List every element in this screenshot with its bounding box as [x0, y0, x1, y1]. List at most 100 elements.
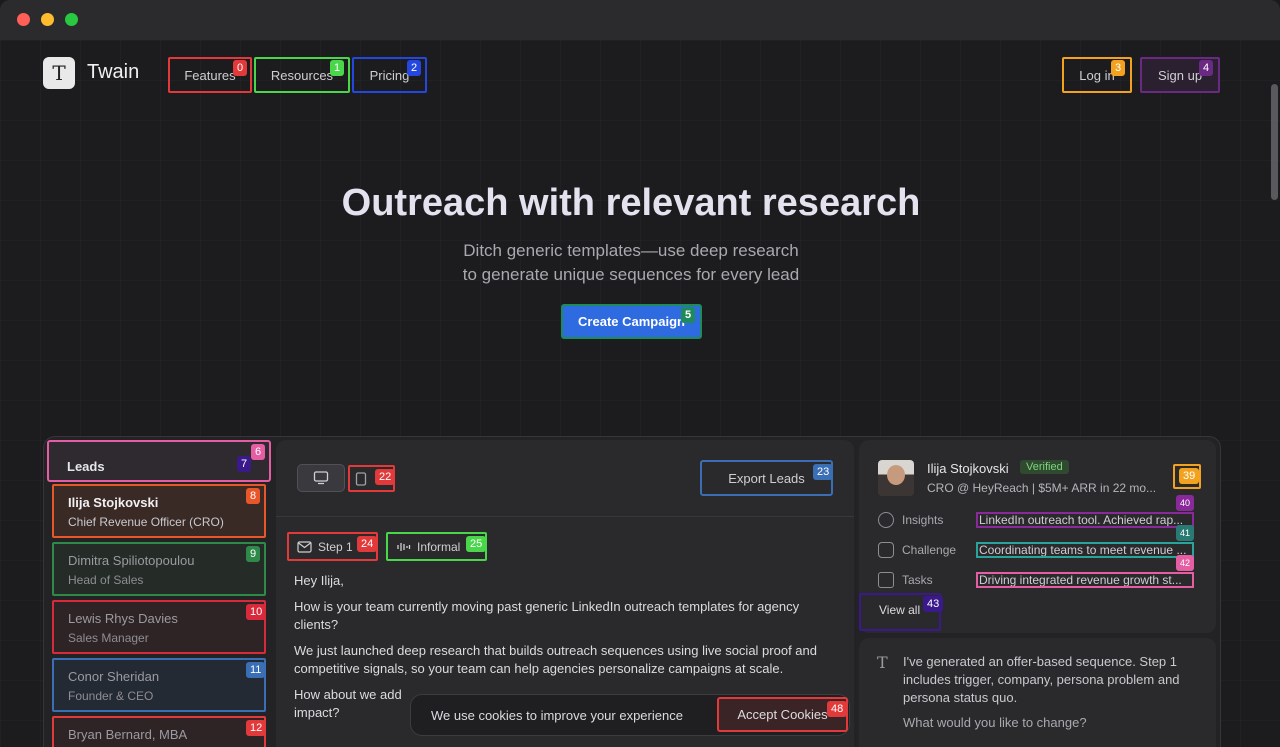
element-tag: 23 [813, 464, 834, 480]
lead-role: Sales Manager [68, 631, 149, 645]
view-all-button[interactable]: View all 43 [859, 593, 944, 631]
nav-pricing-label: Pricing [369, 67, 410, 83]
profile-name: Ilija Stojkovski [927, 461, 1009, 476]
challenge-label: Challenge [902, 543, 957, 557]
lead-role: Chief Revenue Officer (CRO) [68, 515, 224, 529]
lead-name: Lewis Rhys Davies [68, 611, 178, 626]
verified-badge: Verified [1020, 460, 1069, 474]
element-tag: 43 [923, 596, 944, 612]
hero-subtitle-line: Ditch generic templates—use deep researc… [463, 241, 799, 260]
accept-cookies-button[interactable]: Accept Cookies 48 [717, 697, 848, 732]
lead-name: Ilija Stojkovski [68, 495, 159, 510]
monitor-icon [313, 471, 329, 485]
challenge-text: Coordinating teams to meet revenue ... [979, 543, 1187, 557]
brand-name[interactable]: Twain [87, 61, 139, 84]
login-button[interactable]: Log in 3 [1062, 57, 1132, 93]
step-selector[interactable]: Step 1 24 [287, 532, 378, 561]
element-tag: 5 [681, 307, 696, 323]
hero-title: Outreach with relevant research [341, 182, 921, 224]
lead-name: Conor Sheridan [68, 669, 160, 684]
hero-subtitle: Ditch generic templates—use deep researc… [0, 239, 1262, 287]
element-tag: 9 [246, 546, 261, 562]
assistant-message: I've generated an offer-based sequence. … [903, 654, 1180, 705]
clipboard-icon [878, 572, 894, 588]
tasks-label: Tasks [902, 573, 933, 587]
element-tag: 48 [827, 701, 848, 717]
element-tag: 3 [1111, 60, 1126, 76]
expand-profile-button[interactable]: 39 [1173, 464, 1201, 489]
logo-icon[interactable]: T [43, 57, 75, 89]
element-tag: 10 [246, 604, 267, 620]
assistant-icon: T [877, 653, 888, 672]
element-tag: 25 [466, 536, 487, 552]
insights-label: Insights [902, 513, 944, 527]
view-all-label: View all [879, 603, 921, 617]
accept-cookies-label: Accept Cookies [737, 707, 828, 722]
export-leads-label: Export Leads [728, 470, 805, 486]
leads-title: Leads [67, 459, 105, 474]
element-tag: 12 [246, 720, 267, 736]
phone-icon [355, 471, 366, 486]
element-tag: 4 [1199, 60, 1214, 76]
tasks-text: Driving integrated revenue growth st... [979, 573, 1182, 587]
element-tag: 6 [251, 444, 266, 460]
nav-pricing-link[interactable]: Pricing 2 [352, 57, 427, 93]
lead-item[interactable]: Bryan Bernard, MBA 12 [52, 716, 267, 747]
nav-resources-link[interactable]: Resources 1 [254, 57, 350, 93]
element-tag: 39 [1179, 468, 1200, 484]
hero-subtitle-line: to generate unique sequences for every l… [462, 265, 800, 284]
signup-button[interactable]: Sign up 4 [1140, 57, 1220, 93]
element-tag: 42 [1176, 555, 1195, 571]
export-leads-button[interactable]: Export Leads 23 [700, 460, 834, 496]
element-tag: 40 [1176, 495, 1195, 511]
nav-features-label: Features [184, 67, 236, 83]
maximize-window-button[interactable] [65, 13, 78, 26]
element-tag: 0 [233, 60, 248, 76]
avatar [878, 460, 914, 496]
challenge-value[interactable]: Coordinating teams to meet revenue ... [976, 542, 1194, 558]
profile-subtitle: CRO @ HeyReach | $5M+ ARR in 22 mo... [927, 481, 1157, 495]
lead-item[interactable]: Ilija Stojkovski Chief Revenue Officer (… [52, 484, 266, 538]
lead-item[interactable]: Dimitra Spiliotopoulou Head of Sales 9 [52, 542, 266, 596]
mobile-view-toggle[interactable]: 22 [348, 465, 396, 492]
signup-label: Sign up [1157, 67, 1203, 83]
cookie-text: We use cookies to improve your experienc… [431, 708, 683, 723]
scrollbar[interactable] [1271, 84, 1278, 200]
lead-item[interactable]: Lewis Rhys Davies Sales Manager 10 [52, 600, 267, 654]
puzzle-icon [878, 542, 894, 558]
divider [276, 516, 854, 517]
audio-wave-icon [397, 542, 411, 551]
step-label: Step 1 [318, 539, 353, 554]
assistant-question: What would you like to change? [903, 715, 1087, 730]
element-tag: 22 [375, 469, 396, 485]
create-campaign-label: Create Campaign [578, 314, 685, 329]
close-window-button[interactable] [17, 13, 30, 26]
leads-header[interactable]: Leads 6 7 [47, 440, 271, 482]
element-tag: 24 [357, 536, 378, 552]
login-label: Log in [1079, 67, 1115, 83]
lead-role: Founder & CEO [68, 689, 154, 703]
email-paragraph: We just launched deep research that buil… [294, 643, 817, 676]
desktop-view-toggle[interactable] [297, 464, 345, 492]
email-paragraph: How is your team currently moving past g… [294, 599, 800, 632]
insights-value[interactable]: LinkedIn outreach tool. Achieved rap... [976, 512, 1194, 528]
lead-item[interactable]: Conor Sheridan Founder & CEO 11 [52, 658, 266, 712]
element-tag: 2 [407, 60, 422, 76]
element-tag: 41 [1176, 525, 1195, 541]
window-titlebar [0, 0, 1280, 40]
nav-resources-label: Resources [270, 67, 334, 83]
element-tag: 1 [330, 60, 345, 76]
create-campaign-button[interactable]: Create Campaign 5 [561, 304, 702, 339]
nav-features-link[interactable]: Features 0 [168, 57, 252, 93]
minimize-window-button[interactable] [41, 13, 54, 26]
page: T Twain Features 0 Resources 1 Pricing 2… [0, 40, 1280, 747]
tone-label: Informal [417, 539, 461, 554]
tone-selector[interactable]: Informal 25 [386, 532, 487, 561]
element-tag: 7 [237, 456, 252, 472]
lead-role: Head of Sales [68, 573, 144, 587]
element-tag: 11 [246, 662, 266, 678]
lead-name: Dimitra Spiliotopoulou [68, 553, 195, 568]
tasks-value[interactable]: Driving integrated revenue growth st... [976, 572, 1194, 588]
mail-icon [297, 540, 312, 553]
email-greeting: Hey Ilija, [294, 573, 344, 588]
